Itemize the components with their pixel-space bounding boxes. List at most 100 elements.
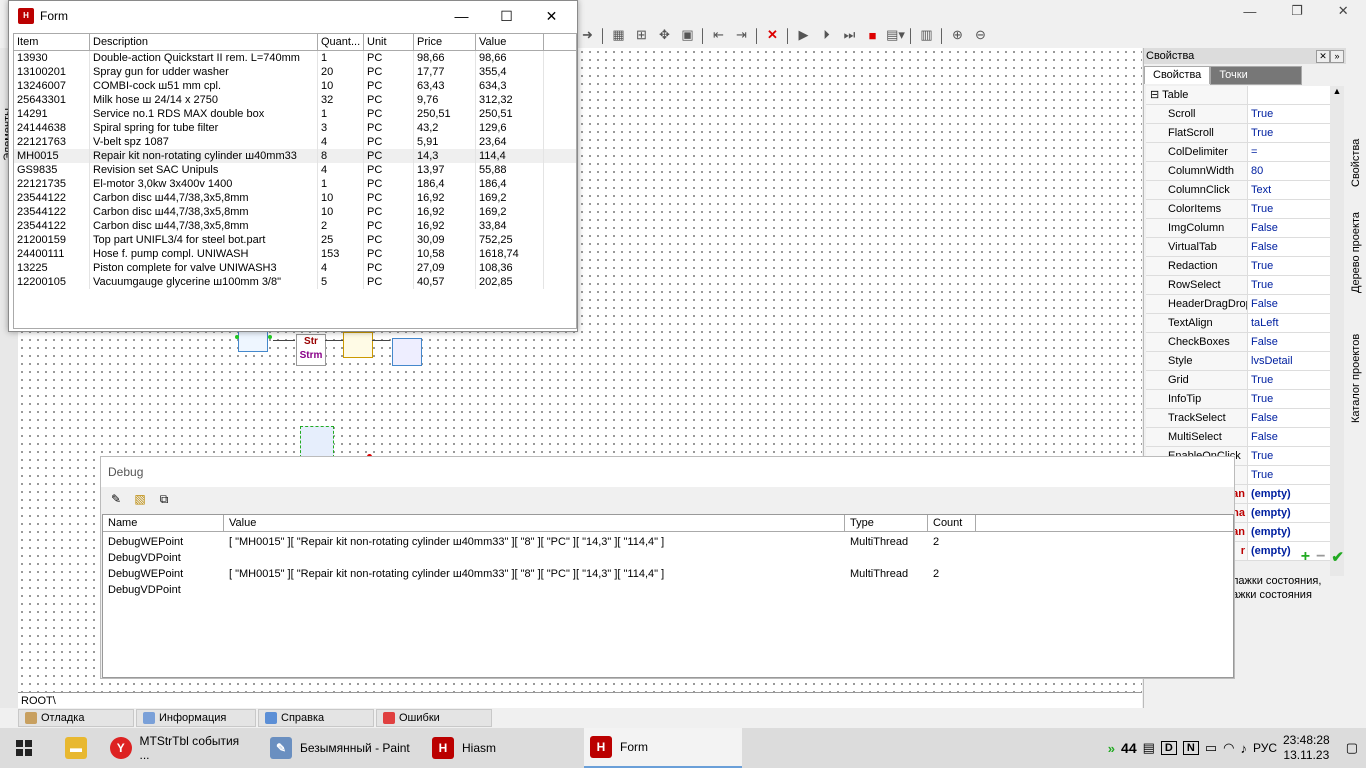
column-header-unit[interactable]: Unit (364, 34, 414, 50)
table-row[interactable]: 22121735 El-motor 3,0kw 3x400v 1400 1 PC 186… (14, 177, 576, 191)
in-icon[interactable]: ⇥ (730, 25, 753, 45)
clock[interactable]: 23:48:28 13.11.23 (1283, 733, 1330, 763)
tab-debug[interactable]: Отладка (18, 709, 134, 727)
column-header-value[interactable]: Value (224, 515, 845, 531)
property-row[interactable]: CheckBoxes False (1146, 333, 1330, 352)
property-value[interactable]: False (1248, 428, 1330, 446)
column-header-type[interactable]: Type (845, 515, 928, 531)
property-value[interactable]: (empty) (1248, 504, 1330, 522)
table-row[interactable]: 13225 Piston complete for valve UNIWASH3 4… (14, 261, 576, 275)
property-value[interactable]: True (1248, 276, 1330, 294)
property-value[interactable]: (empty) (1248, 485, 1330, 503)
property-row[interactable]: ColDelimiter = (1146, 143, 1330, 162)
collapse-icon[interactable]: ⊟ (1150, 89, 1162, 101)
property-value[interactable]: True (1248, 371, 1330, 389)
notifications-icon[interactable]: ▢ (1346, 740, 1358, 756)
property-row[interactable]: ColumnClick Text (1146, 181, 1330, 200)
folder-node[interactable] (343, 332, 373, 358)
grid-icon[interactable]: ▦ (607, 25, 630, 45)
property-value[interactable]: True (1248, 200, 1330, 218)
ide-close-icon[interactable]: ✕ (1338, 3, 1349, 19)
pin-icon[interactable]: ✎ (107, 490, 125, 508)
property-value[interactable]: False (1248, 295, 1330, 313)
column-header-name[interactable]: Name (103, 515, 224, 531)
property-value[interactable]: False (1248, 409, 1330, 427)
property-group-row[interactable]: ⊟ Table (1146, 86, 1330, 105)
clear-icon[interactable]: ▧ (131, 490, 149, 508)
out-icon[interactable]: ⇤ (707, 25, 730, 45)
column-header-description[interactable]: Description (90, 34, 318, 50)
equalizer-icon[interactable]: ▥ (915, 25, 938, 45)
property-row[interactable]: MultiSelect False (1146, 428, 1330, 447)
build-icon[interactable]: ▤▾ (884, 25, 907, 45)
scroll-up-icon[interactable]: ▲ (1330, 86, 1344, 96)
tab-help[interactable]: Справка (258, 709, 374, 727)
copy-icon[interactable]: ⧉ (155, 490, 173, 508)
table-row[interactable]: 13100201 Spray gun for udder washer 20 PC 17… (14, 65, 576, 79)
property-value[interactable]: True (1248, 124, 1330, 142)
align-icon[interactable]: ⊞ (630, 25, 653, 45)
n-icon[interactable]: N (1182, 741, 1199, 755)
column-header-item[interactable]: Item (14, 34, 90, 50)
property-value[interactable]: 80 (1248, 162, 1330, 180)
table-row[interactable]: 14291 Service no.1 RDS MAX double box 1 PC 2… (14, 107, 576, 121)
chevron-tray-icon[interactable]: » (1108, 741, 1115, 756)
property-row[interactable]: TrackSelect False (1146, 409, 1330, 428)
property-row[interactable]: Redaction True (1146, 257, 1330, 276)
table-row[interactable]: 12200105 Vacuumgauge glycerine ш100mm 3/8… (14, 275, 576, 289)
table-row[interactable]: 23544122 Carbon disc ш44,7/38,3x5,8mm 2 PC 1… (14, 219, 576, 233)
side-tab-project-tree[interactable]: Дерево проекта (1348, 198, 1364, 308)
table-row[interactable]: 22121763 V-belt spz 1087 4 PC 5,91 23,64 (14, 135, 576, 149)
taskbar-app-yandex[interactable]: Y MTStrTbl события ... (104, 728, 256, 768)
battery-icon[interactable]: ▭ (1205, 740, 1217, 756)
property-value[interactable]: = (1248, 143, 1330, 161)
property-value[interactable]: True (1248, 105, 1330, 123)
property-row[interactable]: ColumnWidth 80 (1146, 162, 1330, 181)
property-row[interactable]: RowSelect True (1146, 276, 1330, 295)
volume-icon[interactable]: ♪ (1240, 741, 1247, 756)
debug-table[interactable]: Name Value Type Count DebugWEPoint DebugV… (102, 514, 1234, 678)
table-component-node[interactable] (300, 426, 334, 458)
table-row[interactable]: MH0015 Repair kit non-rotating cylinder ш… (14, 149, 576, 163)
property-row[interactable]: Scroll True (1146, 105, 1330, 124)
tab-errors[interactable]: Ошибки (376, 709, 492, 727)
property-value[interactable]: True (1248, 447, 1330, 465)
column-header-quantity[interactable]: Quant... (318, 34, 364, 50)
remove-icon[interactable]: − (1316, 548, 1325, 566)
stop-icon[interactable]: ■ (861, 25, 884, 45)
tab-properties[interactable]: Свойства (1144, 66, 1211, 84)
taskbar-app-paint[interactable]: ✎ Безымянный - Paint (264, 728, 422, 768)
table-row[interactable]: 23544122 Carbon disc ш44,7/38,3x5,8mm 10 PC… (14, 191, 576, 205)
table-row[interactable]: 24400111 Hose f. pump compl. UNIWASH 153 PC… (14, 247, 576, 261)
run-icon[interactable]: ▶ (792, 25, 815, 45)
property-value[interactable]: lvsDetail (1248, 352, 1330, 370)
table-row[interactable]: 13246007 COMBI-cock ш51 mm cpl. 10 PC 63,43 6… (14, 79, 576, 93)
property-row[interactable]: ImgColumn False (1146, 219, 1330, 238)
taskbar-app-hiasm[interactable]: H Hiasm (426, 728, 578, 768)
column-header-value[interactable]: Value (476, 34, 544, 50)
add-icon[interactable]: + (1301, 548, 1310, 566)
property-row[interactable]: ColorItems True (1146, 200, 1330, 219)
d-icon[interactable]: D (1160, 741, 1177, 755)
property-row[interactable]: Grid True (1146, 371, 1330, 390)
table-row[interactable]: 25643301 Milk hose ш 24/14 x 2750 32 PC 9,76… (14, 93, 576, 107)
property-value[interactable]: (empty) (1248, 523, 1330, 541)
explorer-taskbar-button[interactable]: ▬ (56, 728, 96, 768)
tab-points[interactable]: Точки (1210, 66, 1303, 85)
property-value[interactable]: Text (1248, 181, 1330, 199)
move-icon[interactable]: ✥ (653, 25, 676, 45)
panel-pin-icon[interactable]: » (1330, 50, 1344, 63)
connection-point[interactable] (235, 335, 239, 339)
run-step-icon[interactable]: ⏵ (815, 25, 838, 45)
language-indicator[interactable]: РУС (1253, 741, 1277, 755)
debug-row[interactable]: DebugWEPoint DebugVDPoint [ "MH0015" ][ "R… (103, 534, 1233, 566)
ide-minimize-icon[interactable]: — (1243, 4, 1256, 19)
property-value[interactable]: True (1248, 257, 1330, 275)
property-row[interactable]: TextAlign taLeft (1146, 314, 1330, 333)
zoom-out-icon[interactable]: ⊖ (969, 25, 992, 45)
column-header-price[interactable]: Price (414, 34, 476, 50)
property-value[interactable]: False (1248, 238, 1330, 256)
connection-point[interactable] (268, 335, 272, 339)
property-row[interactable]: FlatScroll True (1146, 124, 1330, 143)
tab-info[interactable]: Информация (136, 709, 256, 727)
